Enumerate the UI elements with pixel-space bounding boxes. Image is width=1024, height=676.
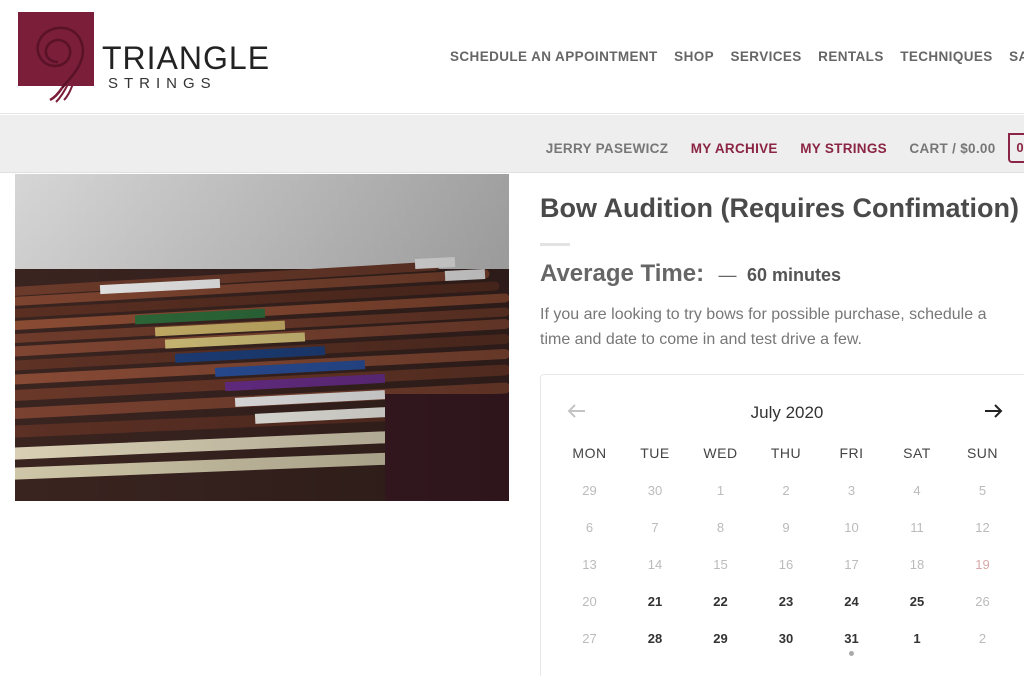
calendar-day: 3	[847, 483, 856, 498]
main-nav: SCHEDULE AN APPOINTMENT SHOP SERVICES RE…	[450, 48, 1024, 66]
calendar-day: 5	[978, 483, 987, 498]
calendar-day: 9	[782, 520, 790, 535]
calendar-day: 19	[975, 557, 990, 572]
calendar-day[interactable]: 21	[623, 594, 688, 609]
my-strings-link[interactable]: MY STRINGS	[800, 141, 887, 156]
nav-techniques[interactable]: TECHNIQUES	[900, 49, 993, 64]
logo-subtitle: STRINGS	[108, 75, 217, 92]
calendar-day[interactable]: 24	[819, 594, 884, 609]
nav-schedule-appointment[interactable]: SCHEDULE AN APPOINTMENT	[450, 49, 658, 64]
calendar-month-label: July 2020	[750, 403, 824, 422]
account-nav: JERRY PASEWICZ MY ARCHIVE MY STRINGS CAR…	[546, 133, 1024, 163]
calendar-day: 12	[975, 520, 990, 535]
calendar-day: 18	[909, 557, 925, 572]
account-bar: JERRY PASEWICZ MY ARCHIVE MY STRINGS CAR…	[0, 115, 1024, 173]
cart-count-badge[interactable]: 0	[1008, 133, 1024, 163]
weekday-mon: MON	[572, 445, 607, 461]
calendar-day: 2	[978, 631, 987, 646]
average-time-value: 60 minutes	[746, 265, 842, 285]
calendar-day: 2	[782, 483, 790, 498]
calendar-day: 4	[913, 483, 921, 498]
weekday-fri: FRI	[839, 445, 864, 461]
calendar-day: 7	[651, 520, 659, 535]
scroll-icon	[36, 26, 85, 103]
nav-services[interactable]: SERVICES	[730, 49, 801, 64]
site-logo[interactable]: TRIANGLE STRINGS	[18, 12, 278, 103]
calendar-day: 1	[716, 483, 725, 498]
calendar-day: 11	[910, 520, 924, 535]
calendar-day: 16	[778, 557, 794, 572]
calendar-day: 10	[844, 520, 859, 535]
calendar-day: 17	[844, 557, 859, 572]
cart-link[interactable]: CART / $0.00	[909, 141, 995, 156]
my-archive-link[interactable]: MY ARCHIVE	[691, 141, 778, 156]
calendar-day: 8	[716, 520, 725, 535]
calendar-day[interactable]: 23	[754, 594, 819, 609]
weekday-sat: SAT	[903, 445, 931, 461]
calendar-day: 15	[713, 557, 728, 572]
calendar-day[interactable]: 28	[623, 631, 688, 646]
calendar-day[interactable]: 31	[819, 631, 884, 646]
calendar-day: 20	[582, 594, 597, 609]
calendar-day: 14	[647, 557, 663, 572]
average-time-label: Average Time:	[540, 260, 705, 287]
calendar-day: 13	[582, 557, 597, 572]
next-month-button[interactable]	[981, 399, 1005, 423]
calendar-day: 30	[647, 483, 663, 498]
logo-mark	[18, 12, 94, 103]
nav-rentals[interactable]: RENTALS	[818, 49, 884, 64]
nav-shop[interactable]: SHOP	[674, 49, 714, 64]
service-image	[15, 174, 509, 501]
calendar-day: 29	[582, 483, 597, 498]
weekday-sun: SUN	[966, 445, 999, 461]
calendar-day: 6	[585, 520, 594, 535]
average-time-dash: —	[718, 265, 737, 285]
title-divider	[540, 243, 570, 246]
weekday-thu: THU	[770, 445, 802, 461]
calendar-day: 26	[975, 594, 990, 609]
average-time: Average Time: — 60 minutes	[540, 260, 841, 288]
calendar-day: 27	[582, 631, 597, 646]
calendar-day[interactable]: 30	[754, 631, 819, 646]
calendar-day[interactable]: 25	[885, 594, 950, 609]
site-header: TRIANGLE STRINGS SCHEDULE AN APPOINTMENT…	[0, 0, 1024, 114]
selected-day-dot	[849, 651, 855, 656]
nav-sale[interactable]: SALE	[1009, 49, 1024, 64]
service-description: If you are looking to try bows for possi…	[540, 306, 987, 348]
calendar-day[interactable]: 22	[688, 594, 753, 609]
weekday-wed: WED	[703, 445, 738, 461]
logo-wordmark: TRIANGLE	[102, 40, 271, 76]
weekday-tue: TUE	[640, 445, 670, 461]
calendar-day[interactable]: 1	[885, 631, 950, 646]
service-title: Bow Audition (Requires Confimation)	[540, 193, 1019, 223]
booking-calendar: July 2020 MON TUE WED THU FRI SAT SUN 29 30 1 2 3 4…	[540, 374, 1024, 676]
arrow-right-icon	[985, 404, 1003, 418]
account-user-link[interactable]: JERRY PASEWICZ	[546, 141, 668, 156]
calendar-day[interactable]: 29	[688, 631, 753, 646]
bows-photo	[15, 174, 509, 501]
